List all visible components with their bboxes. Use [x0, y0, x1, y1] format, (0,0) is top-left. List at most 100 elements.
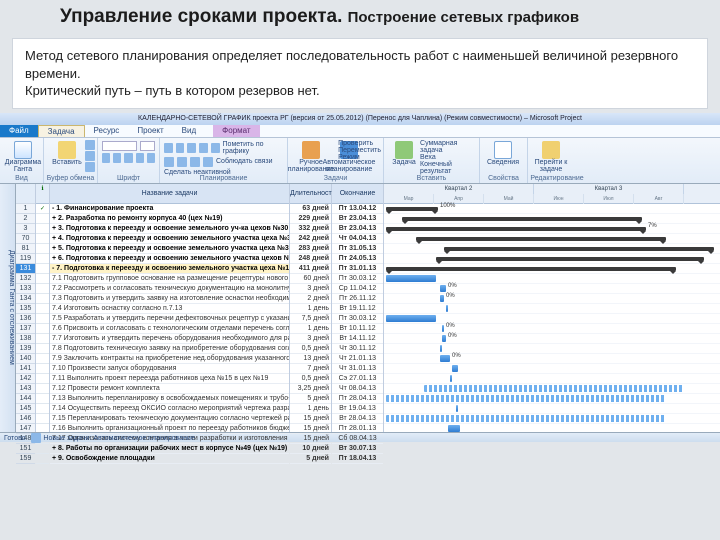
name-header[interactable]: Название задачи — [50, 184, 289, 204]
task-name-cell[interactable]: + 9. Освобождение площадки — [50, 454, 289, 464]
pct100-icon[interactable] — [211, 143, 220, 153]
row-id[interactable]: 142 — [16, 374, 35, 384]
duration-cell[interactable]: 3 дней — [290, 284, 331, 294]
finish-cell[interactable]: Пт 26.11.12 — [332, 294, 383, 304]
gantt-row[interactable] — [384, 214, 720, 224]
link-icon[interactable] — [190, 157, 200, 167]
task-bar[interactable] — [456, 405, 458, 412]
scroll-to-task-button[interactable]: Перейти к задаче — [532, 140, 570, 173]
gantt-row[interactable]: 7% — [384, 224, 720, 234]
id-header[interactable] — [16, 184, 35, 204]
new-task-button[interactable]: Задача — [388, 140, 420, 175]
duration-cell[interactable]: 10 дней — [290, 444, 331, 454]
gantt-row[interactable]: 0% — [384, 324, 720, 334]
row-id[interactable]: 136 — [16, 314, 35, 324]
finish-cell[interactable]: Пт 31.01.13 — [332, 264, 383, 274]
info-button[interactable]: Сведения — [484, 140, 522, 166]
row-id[interactable]: 135 — [16, 304, 35, 314]
gantt-row[interactable] — [384, 234, 720, 244]
tab-view[interactable]: Вид — [173, 125, 205, 137]
gantt-row[interactable] — [384, 424, 720, 432]
cut-icon[interactable] — [85, 140, 95, 150]
gantt-row[interactable] — [384, 364, 720, 374]
row-id[interactable]: 119 — [16, 254, 35, 264]
mode-button[interactable]: Режим — [338, 154, 381, 161]
duration-cell[interactable]: 7,5 дней — [290, 314, 331, 324]
finish-cell[interactable]: Вт 30.07.13 — [332, 444, 383, 454]
task-name-cell[interactable]: 7.5 Разработать и утвердить перечни дефе… — [50, 314, 289, 324]
task-bar[interactable] — [446, 305, 448, 312]
task-bar[interactable] — [442, 335, 446, 342]
row-id[interactable]: 3 — [16, 224, 35, 234]
duration-cell[interactable]: 242 дней — [290, 234, 331, 244]
task-name-cell[interactable]: 7.12 Провести ремонт комплекта — [50, 384, 289, 394]
task-name-cell[interactable]: 7.11 Выполнить проект переезда работнико… — [50, 374, 289, 384]
task-name-cell[interactable]: + 8. Работы по организации рабочих мест … — [50, 444, 289, 454]
tab-project[interactable]: Проект — [128, 125, 172, 137]
split-bar[interactable] — [386, 415, 666, 422]
tab-file[interactable]: Файл — [0, 125, 38, 137]
row-id[interactable]: 2 — [16, 214, 35, 224]
gantt-view-button[interactable]: Диаграмма Ганта — [4, 140, 42, 173]
task-name-cell[interactable]: 7.14 Осуществить переезд ОКСИО согласно … — [50, 404, 289, 414]
bold-icon[interactable] — [102, 153, 110, 163]
task-bar[interactable] — [440, 355, 450, 362]
finish-cell[interactable]: Пт 24.05.13 — [332, 254, 383, 264]
finish-cell[interactable]: Пт 31.05.13 — [332, 244, 383, 254]
task-name-cell[interactable]: 7.6 Присвоить и согласовать с технологич… — [50, 324, 289, 334]
row-id[interactable]: 137 — [16, 324, 35, 334]
duration-cell[interactable]: 3,25 дней — [290, 384, 331, 394]
summary-bar[interactable] — [386, 227, 646, 231]
row-id[interactable]: 134 — [16, 294, 35, 304]
duration-cell[interactable]: 0,5 дней — [290, 374, 331, 384]
gantt-row[interactable] — [384, 374, 720, 384]
task-name-cell[interactable]: + 3. Подготовка к переезду и освоение зе… — [50, 224, 289, 234]
task-name-cell[interactable]: 7.15 Перепланировать техническую докумен… — [50, 414, 289, 424]
task-name-cell[interactable]: + 2. Разработка по ремонту корпуса 40 (ц… — [50, 214, 289, 224]
finish-cell[interactable]: Пт 30.03.12 — [332, 314, 383, 324]
finish-cell[interactable]: Пт 18.04.13 — [332, 454, 383, 464]
finish-cell[interactable]: Пт 28.04.13 — [332, 394, 383, 404]
finish-cell[interactable]: Вт 10.11.12 — [332, 324, 383, 334]
row-id[interactable]: 143 — [16, 384, 35, 394]
task-bar[interactable] — [440, 345, 442, 352]
task-name-cell[interactable]: + 4. Подготовка к переезду и освоению зе… — [50, 234, 289, 244]
row-id[interactable]: 1 — [16, 204, 35, 214]
task-bar[interactable] — [448, 425, 460, 432]
finish-cell[interactable]: Вт 19.11.12 — [332, 304, 383, 314]
mark-on-track[interactable]: Пометить по графику — [223, 141, 284, 155]
unlink-icon[interactable] — [203, 157, 213, 167]
row-id[interactable]: 145 — [16, 404, 35, 414]
gantt-row[interactable] — [384, 404, 720, 414]
task-bar[interactable] — [452, 365, 458, 372]
finish-cell[interactable]: Сэ 27.01.13 — [332, 374, 383, 384]
font-select[interactable] — [102, 140, 155, 152]
gantt-row[interactable] — [384, 244, 720, 254]
duration-cell[interactable]: 15 дней — [290, 414, 331, 424]
task-name-cell[interactable]: 7.1 Подготовить групповое основание на р… — [50, 274, 289, 284]
finish-cell[interactable]: Вт 23.04.13 — [332, 214, 383, 224]
inspect-button[interactable]: Проверить — [338, 140, 381, 147]
split-bar[interactable] — [386, 395, 666, 402]
copy-icon[interactable] — [85, 151, 95, 161]
gantt-row[interactable]: 0% — [384, 294, 720, 304]
finish-cell[interactable]: Чт 08.04.13 — [332, 384, 383, 394]
outdent-icon[interactable] — [164, 157, 174, 167]
tab-format[interactable]: Формат — [213, 125, 259, 137]
duration-cell[interactable]: 1 день — [290, 404, 331, 414]
deliverable-button[interactable]: Конечный результат — [420, 161, 475, 175]
tab-task[interactable]: Задача — [38, 125, 85, 137]
split-bar[interactable] — [424, 385, 684, 392]
task-name-cell[interactable]: - 7. Подготовка к переезду и освоению зе… — [50, 264, 289, 274]
row-id[interactable]: 144 — [16, 394, 35, 404]
row-id[interactable]: 81 — [16, 244, 35, 254]
duration-cell[interactable]: 63 дней — [290, 204, 331, 214]
gantt-row[interactable] — [384, 314, 720, 324]
duration-cell[interactable]: 0,5 дней — [290, 344, 331, 354]
summary-bar[interactable] — [444, 247, 714, 251]
row-id[interactable]: 133 — [16, 284, 35, 294]
move-button[interactable]: Переместить — [338, 147, 381, 154]
row-id[interactable]: 131 — [16, 264, 35, 274]
gantt-row[interactable] — [384, 414, 720, 424]
task-name-cell[interactable]: - 1. Финансирование проекта — [50, 204, 289, 214]
